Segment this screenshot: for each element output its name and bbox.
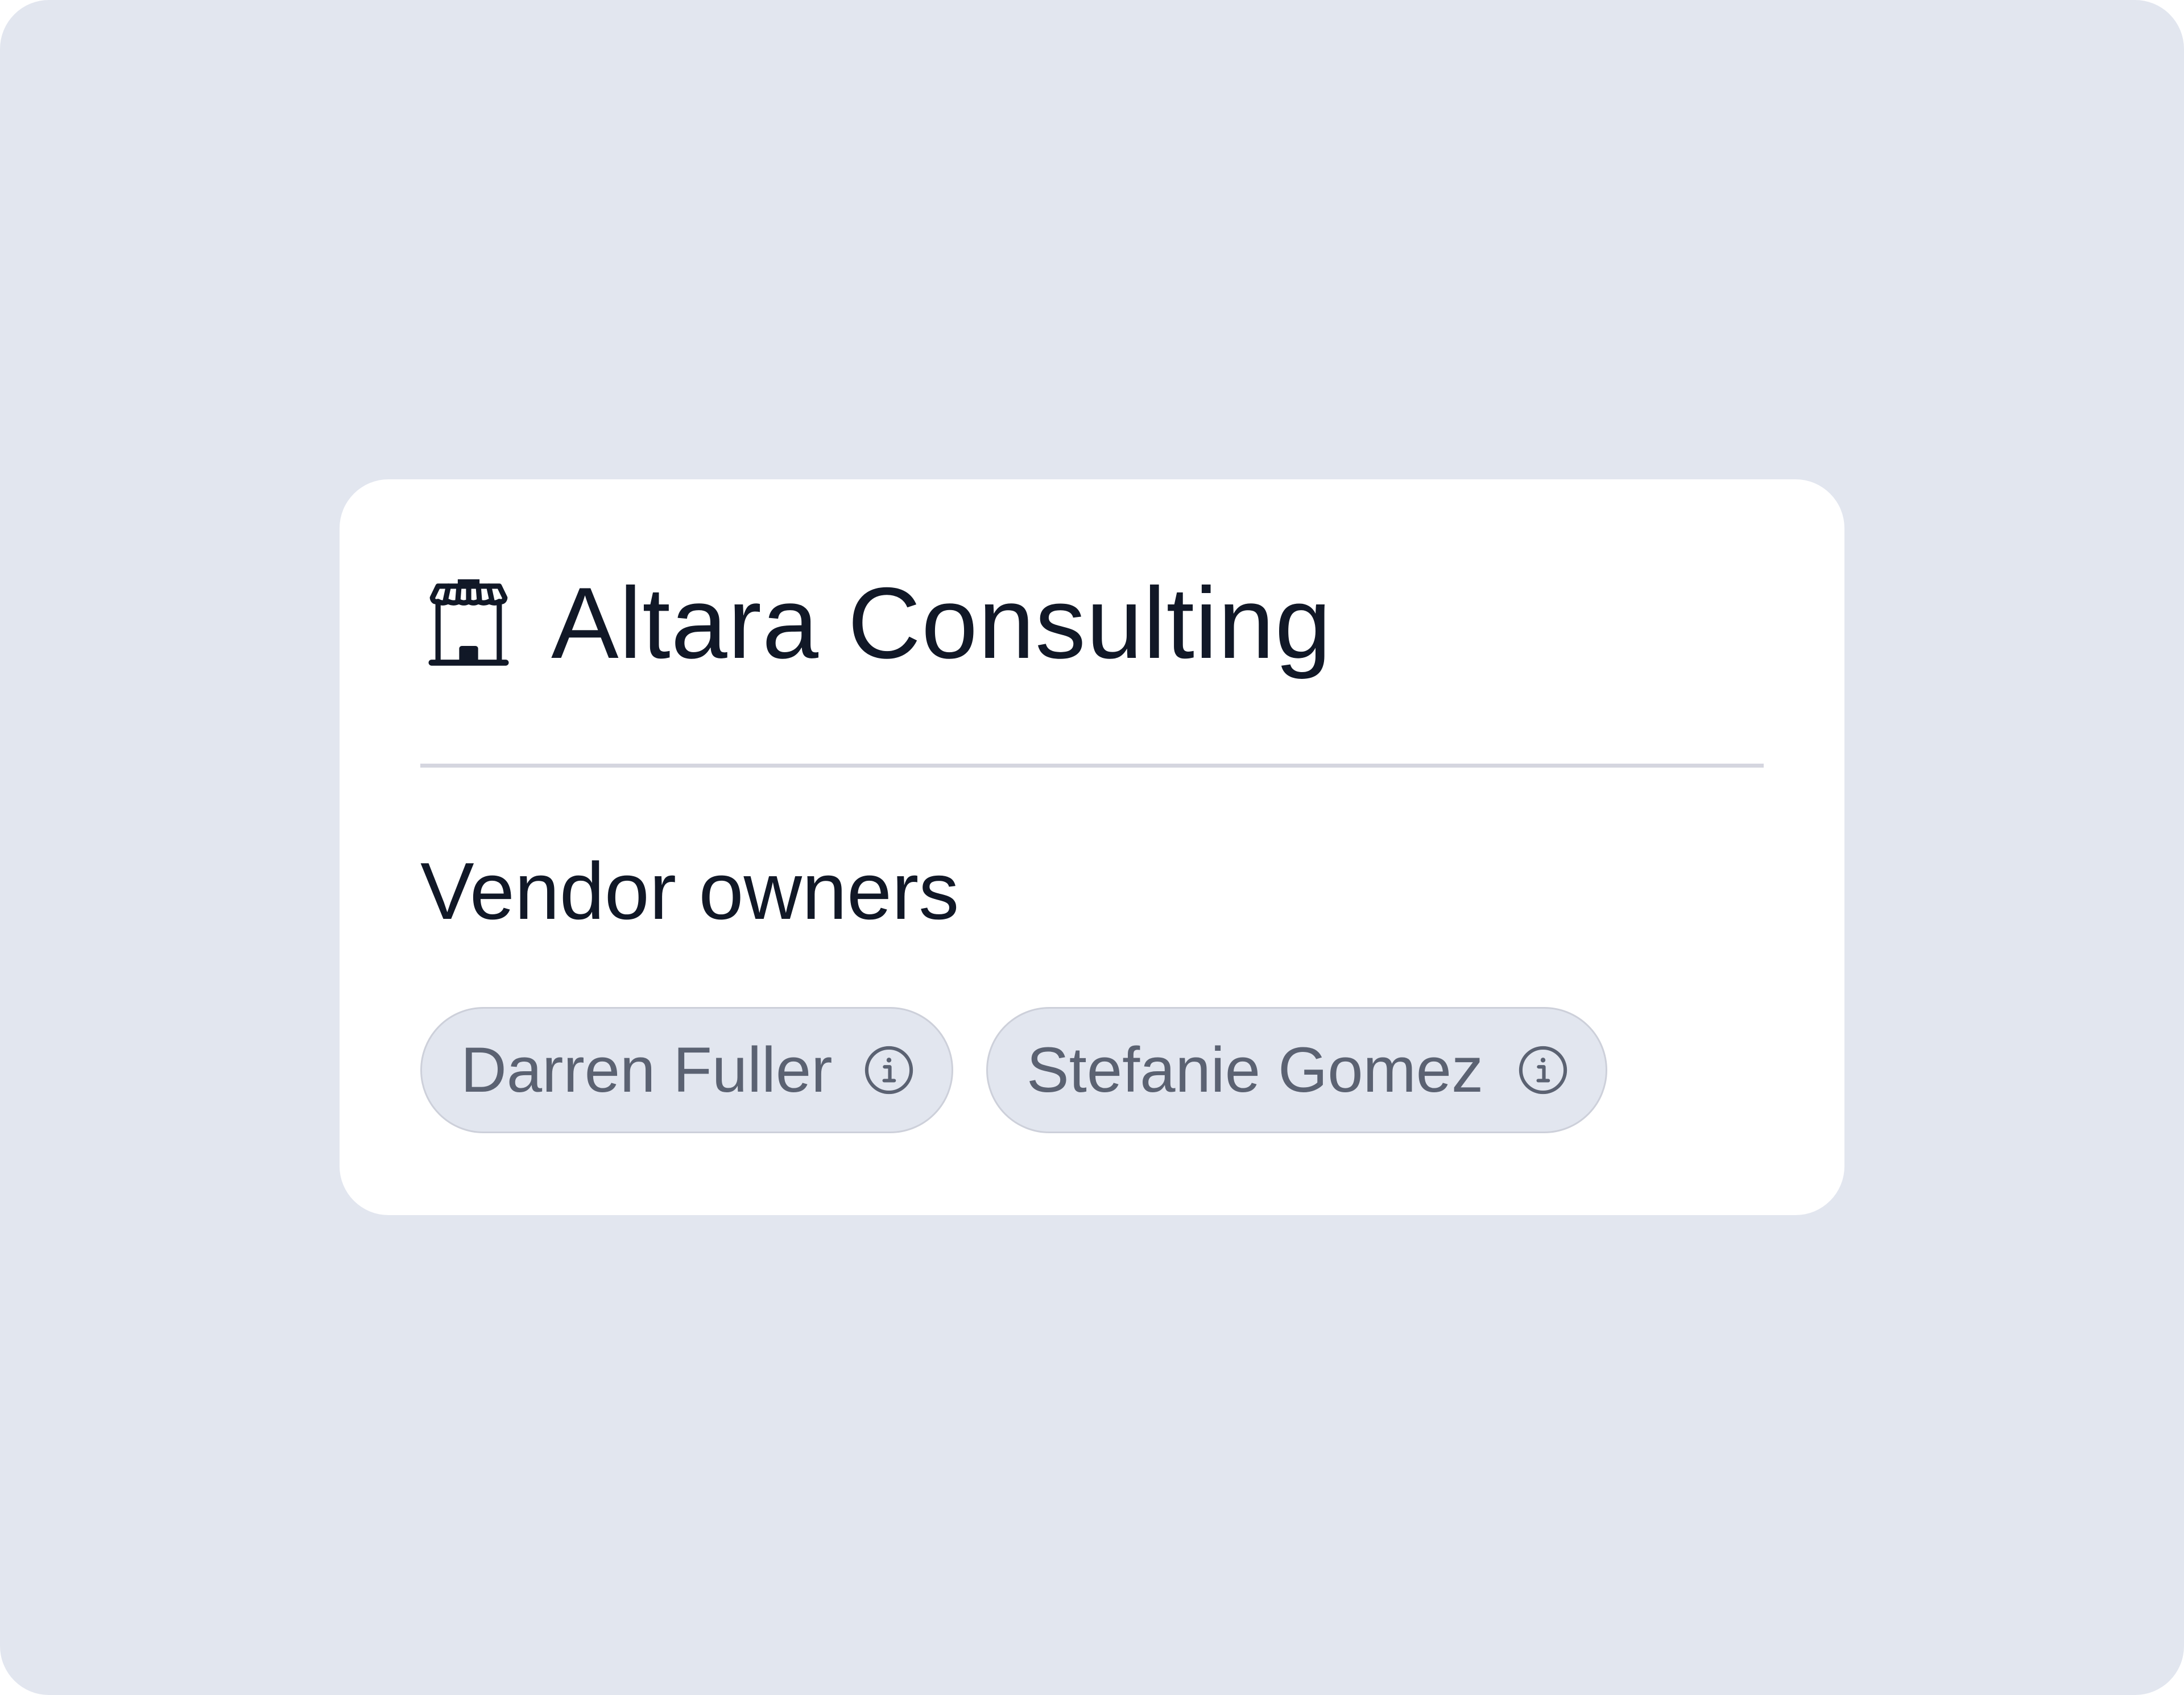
vendor-owners-label: Vendor owners [420, 846, 959, 936]
vendor-name: Altara Consulting [551, 566, 1332, 679]
owner-chip-stefanie-gomez[interactable]: Stefanie Gomez [986, 1007, 1607, 1133]
info-icon[interactable] [1517, 1044, 1569, 1096]
divider [420, 764, 1764, 768]
owner-chip-darren-fuller[interactable]: Darren Fuller [420, 1007, 953, 1133]
info-icon[interactable] [863, 1044, 915, 1096]
vendor-header: Altara Consulting [420, 572, 1332, 674]
store-icon [428, 579, 509, 666]
owner-chip-list: Darren Fuller Stefanie Gomez [420, 1007, 1607, 1133]
vendor-card: Altara Consulting Vendor owners Darren F… [340, 479, 1844, 1215]
page-background: Altara Consulting Vendor owners Darren F… [0, 0, 2184, 1695]
owner-name: Darren Fuller [461, 1034, 833, 1105]
owner-name: Stefanie Gomez [1027, 1034, 1484, 1105]
